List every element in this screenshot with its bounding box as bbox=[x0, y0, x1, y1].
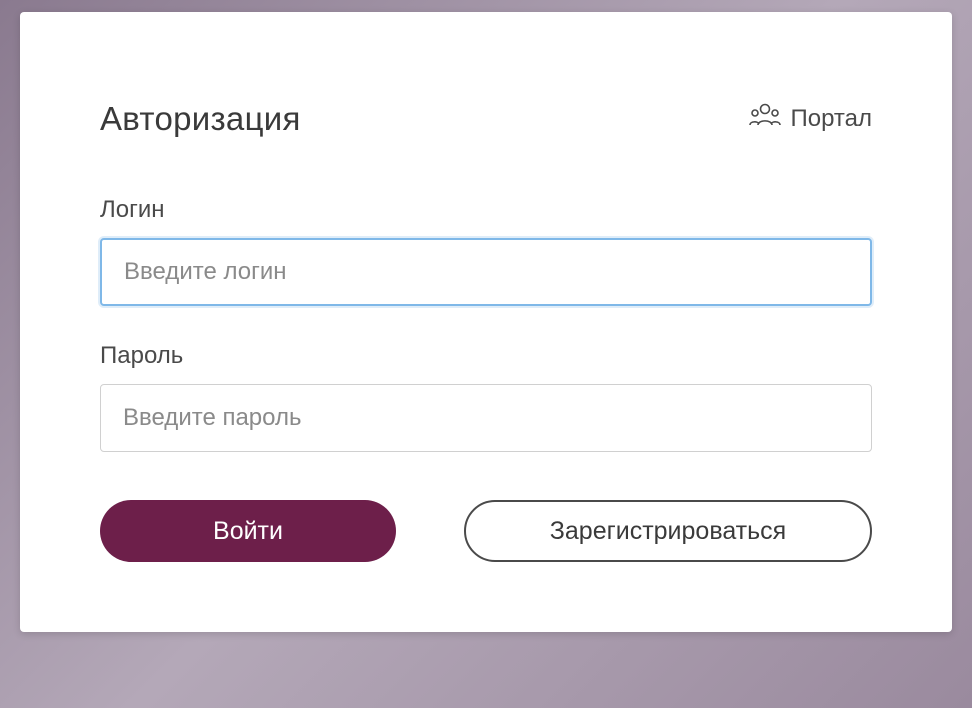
login-card: Авторизация Портал Логин Пароль Войти З bbox=[20, 12, 952, 632]
password-input[interactable] bbox=[100, 384, 872, 452]
login-button[interactable]: Войти bbox=[100, 500, 396, 562]
card-header: Авторизация Портал bbox=[100, 100, 872, 138]
users-icon bbox=[749, 102, 781, 137]
login-input[interactable] bbox=[100, 238, 872, 306]
portal-link-label: Портал bbox=[791, 105, 873, 133]
login-label: Логин bbox=[100, 196, 872, 224]
portal-link[interactable]: Портал bbox=[749, 102, 873, 137]
register-button[interactable]: Зарегистрироваться bbox=[464, 500, 872, 562]
password-label: Пароль bbox=[100, 342, 872, 370]
page-title: Авторизация bbox=[100, 100, 301, 138]
button-row: Войти Зарегистрироваться bbox=[100, 500, 872, 562]
login-form-group: Логин bbox=[100, 196, 872, 306]
password-form-group: Пароль bbox=[100, 342, 872, 452]
